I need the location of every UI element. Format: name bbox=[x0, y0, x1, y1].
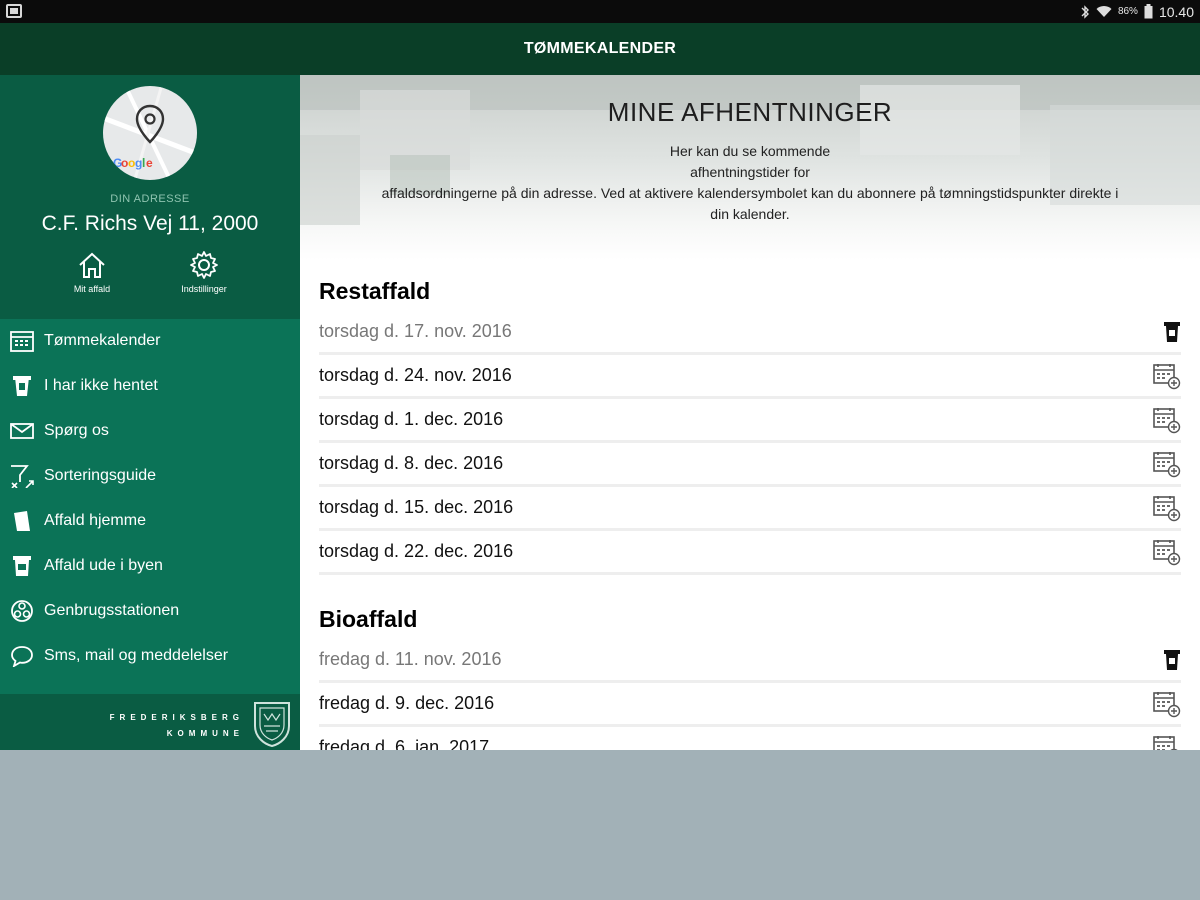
subscribe-calendar-button[interactable] bbox=[1149, 406, 1181, 434]
hero-header: MINE AFHENTNINGER Her kan du se kommende… bbox=[300, 75, 1200, 260]
sidebar-item-genbrugsstationen[interactable]: Genbrugsstationen bbox=[0, 588, 300, 633]
subscribe-calendar-button[interactable] bbox=[1149, 494, 1181, 522]
sidebar-item-label: Sorteringsguide bbox=[44, 466, 157, 484]
status-icons: 86% 10.40 bbox=[1080, 0, 1194, 23]
pickup-date: torsdag d. 17. nov. 2016 bbox=[319, 321, 512, 341]
sidebar-item-label: Affald hjemme bbox=[44, 511, 146, 529]
calendar-add-icon bbox=[1153, 691, 1181, 717]
my-waste-button[interactable]: Mit affald bbox=[47, 250, 137, 294]
settings-label: Indstillinger bbox=[181, 284, 227, 294]
bin-icon bbox=[1164, 321, 1180, 342]
subscribe-calendar-button[interactable] bbox=[1149, 690, 1181, 718]
calendar-add-icon bbox=[1153, 495, 1181, 521]
mail-icon bbox=[10, 422, 34, 439]
pickup-date: fredag d. 9. dec. 2016 bbox=[319, 693, 495, 713]
sidebar-item-affald-ude[interactable]: Affald ude i byen bbox=[0, 543, 300, 588]
app-title-bar: TØMMEKALENDER bbox=[0, 23, 1200, 75]
municipality-footer: FREDERIKSBERG KOMMUNE bbox=[0, 694, 300, 750]
sidebar-item-label: Affald ude i byen bbox=[44, 556, 163, 574]
home-icon bbox=[79, 252, 105, 278]
pickup-date: torsdag d. 15. dec. 2016 bbox=[319, 497, 514, 517]
bluetooth-icon bbox=[1081, 4, 1089, 19]
calendar-add-icon bbox=[1153, 451, 1181, 477]
bin-icon bbox=[1164, 649, 1180, 670]
svg-text:l: l bbox=[142, 156, 145, 170]
page-title: MINE AFHENTNINGER bbox=[607, 97, 893, 127]
wifi-icon bbox=[1096, 6, 1112, 18]
pickup-list-panel: MINE AFHENTNINGER Her kan du se kommende… bbox=[300, 75, 1200, 750]
pickup-date: torsdag d. 8. dec. 2016 bbox=[319, 453, 504, 473]
sidebar-item-affald-hjemme[interactable]: Affald hjemme bbox=[0, 498, 300, 543]
municipality-name: FREDERIKSBERG KOMMUNE bbox=[109, 713, 244, 738]
list-item: torsdag d. 15. dec. 2016 bbox=[319, 487, 1181, 531]
section-title: Restaffald bbox=[319, 278, 431, 304]
pickup-date: torsdag d. 24. nov. 2016 bbox=[319, 365, 512, 385]
subscribe-calendar-button[interactable] bbox=[1149, 734, 1181, 750]
section-restaffald: Restaffald torsdag d. 17. nov. 2016 tors… bbox=[319, 271, 1181, 575]
chat-icon bbox=[11, 645, 33, 667]
address-map-thumbnail[interactable]: G o o g l e bbox=[103, 86, 197, 180]
list-item: torsdag d. 17. nov. 2016 bbox=[319, 311, 1181, 355]
app-title: TØMMEKALENDER bbox=[523, 40, 677, 57]
subscribe-calendar-button[interactable] bbox=[1149, 538, 1181, 566]
collected-bin-button[interactable] bbox=[1149, 649, 1181, 671]
battery-icon bbox=[1144, 4, 1153, 19]
sidebar-item-label: Genbrugsstationen bbox=[44, 601, 180, 619]
sidebar-menu: Tømmekalender I har ikke hentet Spørg os… bbox=[0, 318, 300, 678]
pickup-date: torsdag d. 22. dec. 2016 bbox=[319, 541, 514, 561]
pickup-date: torsdag d. 1. dec. 2016 bbox=[319, 409, 504, 429]
calendar-add-icon bbox=[1153, 539, 1181, 565]
my-waste-label: Mit affald bbox=[73, 284, 111, 294]
pickup-date: fredag d. 6. jan. 2017 bbox=[319, 737, 490, 750]
address-header: G o o g l e DIN ADRESSE C.F. Richs Vej 1… bbox=[0, 75, 300, 319]
subscribe-calendar-button[interactable] bbox=[1149, 450, 1181, 478]
list-item: torsdag d. 24. nov. 2016 bbox=[319, 355, 1181, 399]
sorting-icon bbox=[11, 464, 34, 488]
pickup-date: fredag d. 11. nov. 2016 bbox=[319, 649, 502, 669]
battery-percent: 86% bbox=[1117, 6, 1138, 17]
calendar-add-icon bbox=[1153, 363, 1181, 389]
sidebar-item-tommekalender[interactable]: Tømmekalender bbox=[0, 318, 300, 363]
list-item: fredag d. 11. nov. 2016 bbox=[319, 639, 1181, 683]
list-item: torsdag d. 22. dec. 2016 bbox=[319, 531, 1181, 575]
map-pin-icon: G o o g l e bbox=[103, 86, 197, 180]
list-item: torsdag d. 8. dec. 2016 bbox=[319, 443, 1181, 487]
calendar-add-icon bbox=[1153, 407, 1181, 433]
municipality-crest-icon bbox=[254, 702, 290, 748]
settings-button[interactable]: Indstillinger bbox=[159, 250, 249, 294]
sidebar-item-label: Sms, mail og meddelelser bbox=[44, 646, 229, 664]
svg-text:e: e bbox=[146, 156, 153, 170]
collected-bin-button[interactable] bbox=[1149, 321, 1181, 343]
subscribe-calendar-button[interactable] bbox=[1149, 362, 1181, 390]
status-bar: 86% 10.40 bbox=[0, 0, 1200, 23]
sidebar-item-sorteringsguide[interactable]: Sorteringsguide bbox=[0, 453, 300, 498]
list-item: torsdag d. 1. dec. 2016 bbox=[319, 399, 1181, 443]
city-bin-icon bbox=[13, 555, 31, 576]
section-bioaffald: Bioaffald fredag d. 11. nov. 2016 fredag… bbox=[319, 599, 1181, 750]
sidebar-item-label: Tømmekalender bbox=[44, 331, 161, 349]
page-description: Her kan du se kommende afhentningstider … bbox=[381, 143, 1119, 222]
calendar-icon bbox=[10, 330, 34, 352]
screenshot-notification-icon bbox=[6, 4, 22, 18]
recycle-icon bbox=[11, 599, 33, 622]
section-title: Bioaffald bbox=[319, 606, 418, 632]
sidebar-item-sms-mail[interactable]: Sms, mail og meddelelser bbox=[0, 633, 300, 678]
home-bin-icon bbox=[14, 510, 30, 531]
address-value: C.F. Richs Vej 11, 2000 bbox=[41, 212, 259, 235]
address-label: DIN ADRESSE bbox=[110, 193, 190, 205]
sidebar-item-sporg-os[interactable]: Spørg os bbox=[0, 408, 300, 453]
sidebar-item-ikke-hentet[interactable]: I har ikke hentet bbox=[0, 363, 300, 408]
gear-icon bbox=[190, 251, 218, 279]
calendar-add-icon bbox=[1153, 735, 1179, 750]
list-item: fredag d. 6. jan. 2017 bbox=[319, 727, 1181, 750]
list-item: fredag d. 9. dec. 2016 bbox=[319, 683, 1181, 727]
navigation-drawer: G o o g l e DIN ADRESSE C.F. Richs Vej 1… bbox=[0, 75, 300, 750]
sidebar-item-label: Spørg os bbox=[44, 421, 109, 439]
sidebar-item-label: I har ikke hentet bbox=[44, 376, 158, 394]
clock: 10.40 bbox=[1158, 3, 1194, 20]
bin-icon bbox=[13, 375, 31, 396]
